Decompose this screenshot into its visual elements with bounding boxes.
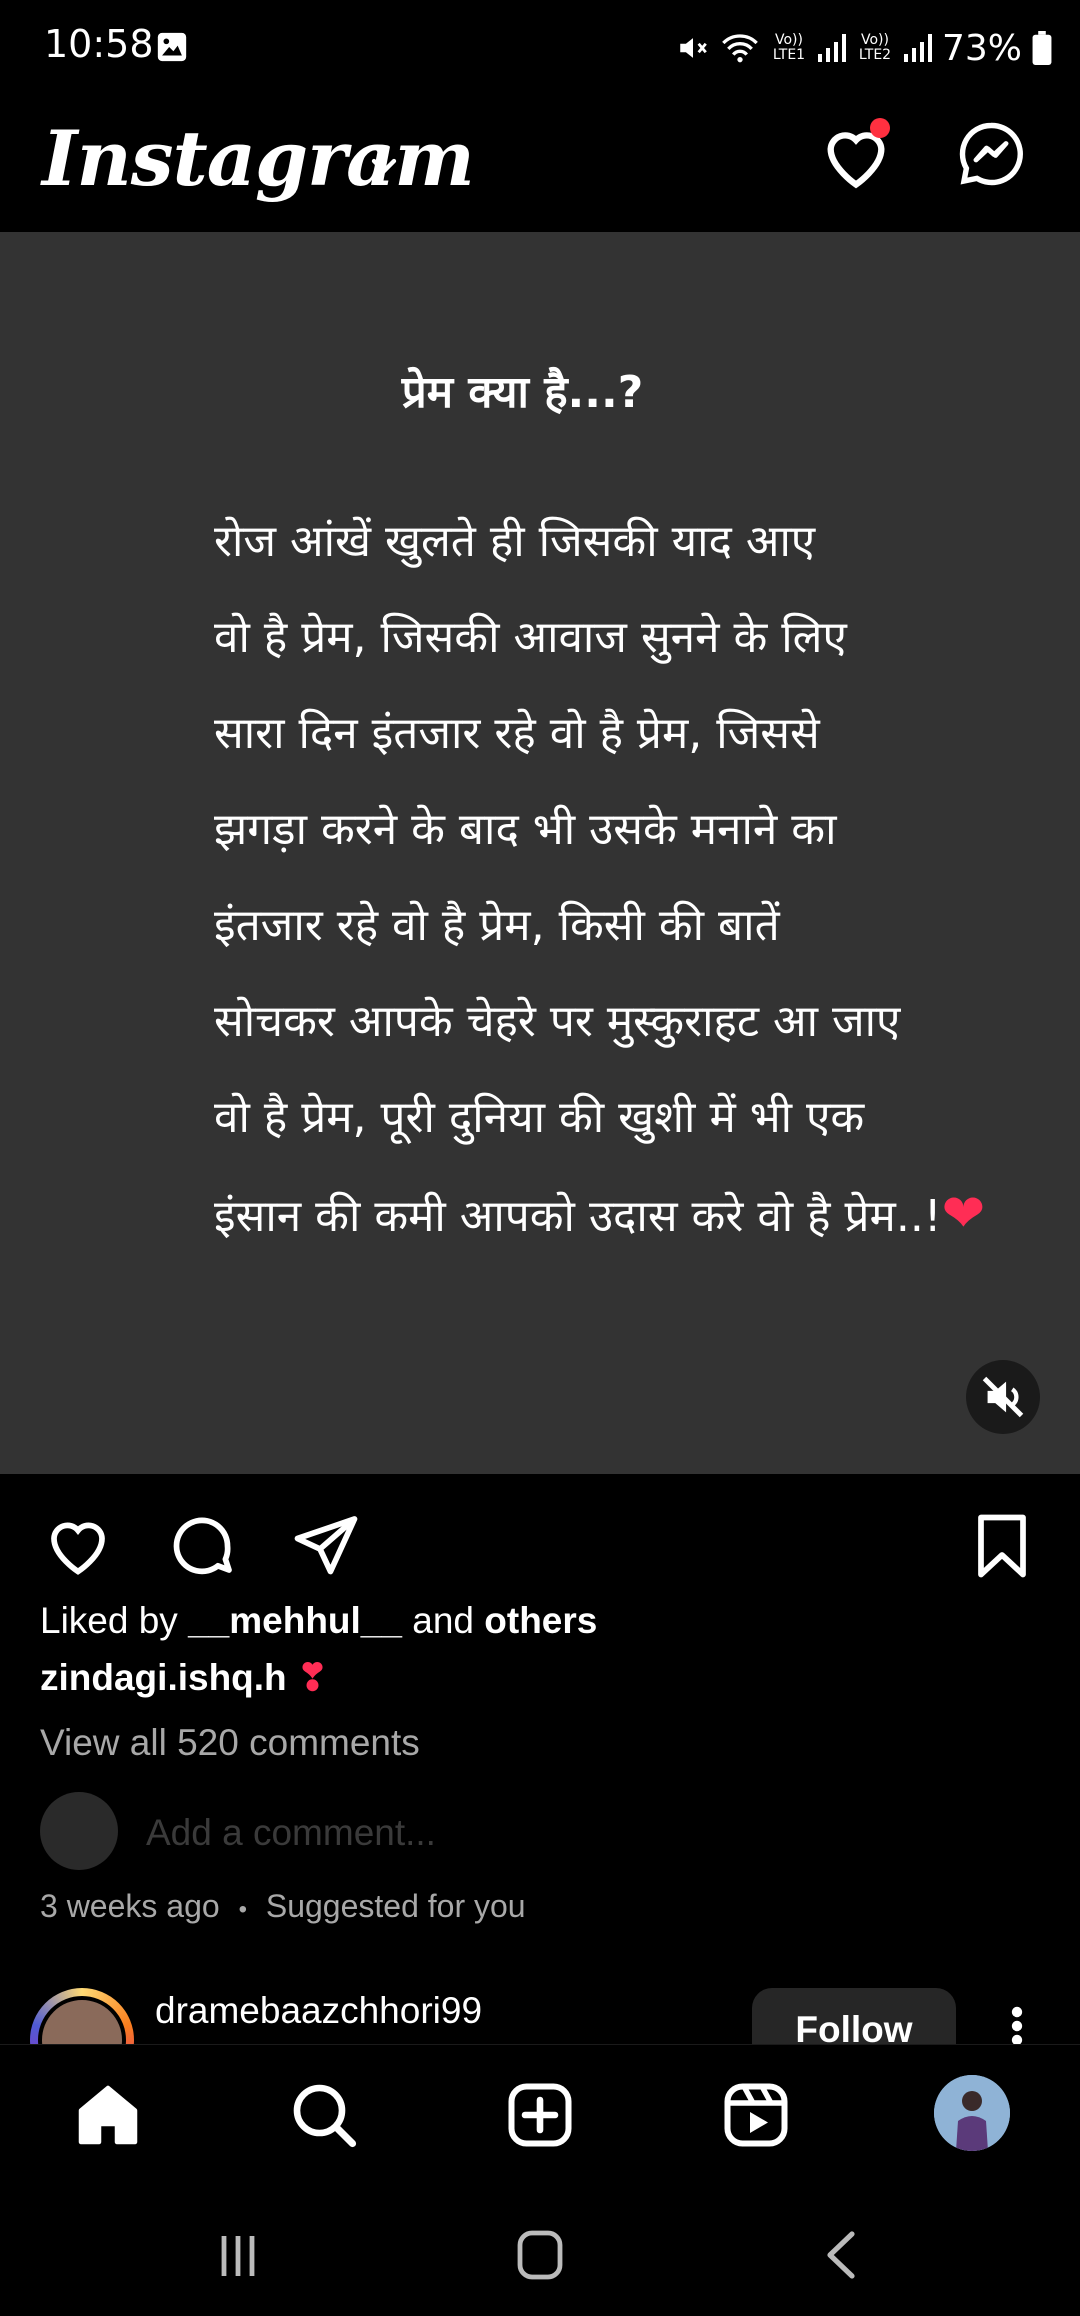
status-time: 10:58	[44, 22, 154, 66]
mute-status-icon	[680, 38, 707, 58]
notification-dot	[870, 118, 890, 138]
create-post-icon[interactable]	[504, 2079, 576, 2151]
liked-others[interactable]: others	[484, 1600, 597, 1641]
system-navigation	[0, 2184, 1080, 2316]
add-comment-input[interactable]: Add a comment...	[146, 1812, 436, 1854]
network-2-label: Vo)) LTE2	[858, 32, 892, 63]
speaker-muted-icon	[982, 1376, 1024, 1418]
search-icon[interactable]	[288, 2079, 360, 2151]
poem-line: इंतजार रहे वो है प्रेम, किसी की बातें	[214, 900, 780, 951]
meta-separator: •	[238, 1896, 247, 1923]
reels-icon[interactable]	[720, 2079, 792, 2151]
follow-button[interactable]: Follow	[752, 1988, 956, 2044]
poem-line-text: इंसान की कमी आपको उदास करे वो है प्रेम..…	[214, 1191, 942, 1242]
post-actions	[0, 1474, 1080, 1604]
liked-by-text[interactable]: Liked by __mehhul__ and others	[40, 1600, 597, 1642]
signal-icon-2	[903, 34, 932, 62]
gallery-icon	[157, 32, 187, 62]
poem-line: वो है प्रेम, पूरी दुनिया की खुशी में भी …	[214, 1092, 865, 1143]
bottom-navigation	[0, 2044, 1080, 2185]
wifi-icon	[722, 34, 758, 63]
caption-emoji: ❣	[296, 1657, 328, 1698]
recent-apps-icon[interactable]	[208, 2228, 268, 2282]
profile-avatar[interactable]	[934, 2075, 1010, 2151]
instagram-logo[interactable]: Instagram	[42, 114, 475, 203]
liked-prefix: Liked by	[40, 1600, 178, 1641]
post-media[interactable]: प्रेम क्या है...? रोज आंखें खुलते ही जिस…	[0, 232, 1080, 1474]
like-heart-icon[interactable]	[42, 1510, 114, 1582]
liked-user[interactable]: __mehhul__	[188, 1600, 402, 1641]
suggested-label: Suggested for you	[265, 1888, 526, 1924]
bookmark-icon[interactable]	[966, 1510, 1038, 1582]
poem-line: वो है प्रेम, जिसकी आवाज सुनने के लिए	[214, 612, 847, 663]
status-bar: 10:58 Vo)) LTE1 Vo)) LTE2 73%	[0, 0, 1080, 96]
poem-line: सारा दिन इंतजार रहे वो है प्रेम, जिससे	[214, 708, 820, 759]
battery-icon	[1032, 31, 1052, 65]
next-post-header: dramebaazchhori99 Follow	[0, 1980, 1080, 2044]
poem-line-last: इंसान की कमी आपको उदास करे वो है प्रेम..…	[214, 1166, 1074, 1262]
home-icon[interactable]	[72, 2079, 144, 2151]
poem-line: झगड़ा करने के बाद भी उसके मनाने का	[214, 804, 837, 855]
poem-line: सोचकर आपके चेहरे पर मुस्कुराहट आ जाए	[214, 996, 901, 1047]
post-title: प्रेम क्या है...?	[401, 367, 644, 418]
caption[interactable]: zindagi.ishq.h ❣	[40, 1656, 328, 1699]
status-right: Vo)) LTE1 Vo)) LTE2 73%	[676, 20, 1052, 76]
signal-icon-1	[817, 34, 846, 62]
liked-and: and	[412, 1600, 474, 1641]
caption-username[interactable]: zindagi.ishq.h	[40, 1657, 287, 1698]
more-options-icon[interactable]	[1010, 2006, 1024, 2044]
comment-icon[interactable]	[166, 1510, 238, 1582]
share-send-icon[interactable]	[290, 1510, 362, 1582]
network-1-label: Vo)) LTE1	[772, 32, 806, 63]
battery-percent: 73%	[941, 27, 1022, 69]
app-header: Instagram	[0, 96, 1080, 232]
chevron-down-icon[interactable]	[364, 146, 404, 186]
mute-toggle-button[interactable]	[966, 1360, 1040, 1434]
suggested-username[interactable]: dramebaazchhori99	[155, 1990, 482, 2032]
home-system-icon[interactable]	[510, 2228, 570, 2282]
messenger-icon[interactable]	[955, 118, 1027, 190]
profile-photo	[934, 2075, 1010, 2151]
view-all-comments-link[interactable]: View all 520 comments	[40, 1722, 420, 1764]
time-ago: 3 weeks ago	[40, 1888, 220, 1924]
post-meta: 3 weeks ago • Suggested for you	[40, 1888, 526, 1925]
heart-emoji: ❤	[941, 1184, 986, 1244]
poem-text: रोज आंखें खुलते ही जिसकी याद आए वो है प्…	[214, 494, 1074, 1262]
back-icon[interactable]	[812, 2228, 872, 2282]
poem-line: रोज आंखें खुलते ही जिसकी याद आए	[214, 516, 816, 567]
my-avatar	[40, 1792, 118, 1870]
